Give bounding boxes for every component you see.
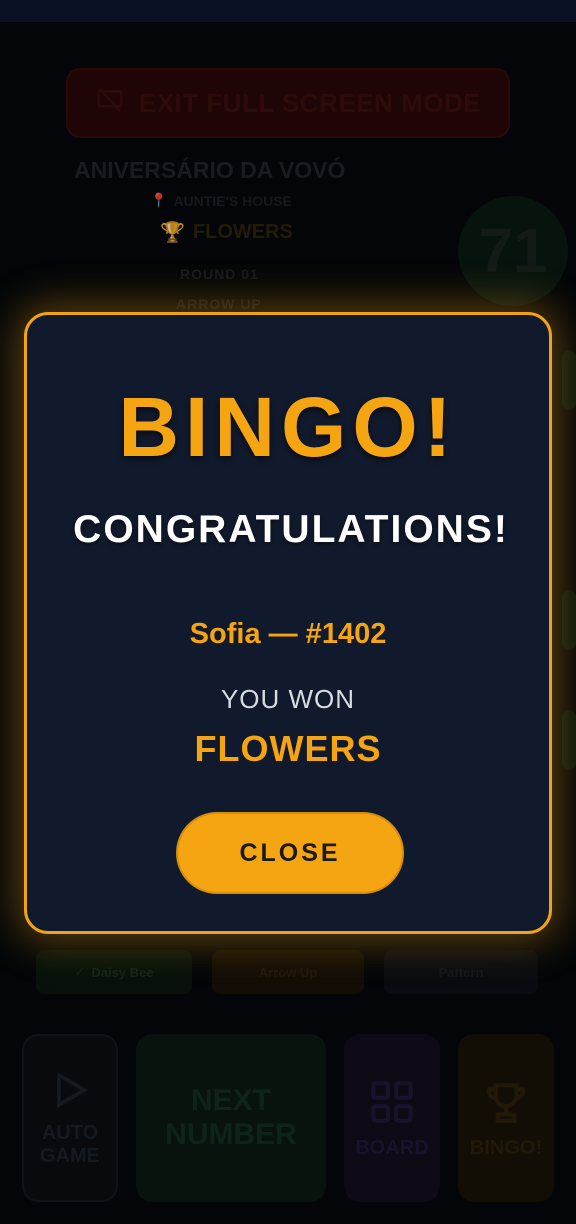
you-won-label: YOU WON (220, 684, 356, 714)
bingo-winner-dialog: BINGO! CONGRATULATIONS! Sofia — #1402 YO… (24, 312, 552, 934)
dialog-title: BINGO! (118, 380, 458, 474)
winner-name: Sofia — #1402 (189, 618, 387, 650)
congratulations-text: CONGRATULATIONS! (73, 508, 509, 551)
close-button[interactable]: CLOSE (176, 812, 404, 894)
won-prize: FLOWERS (194, 728, 382, 769)
